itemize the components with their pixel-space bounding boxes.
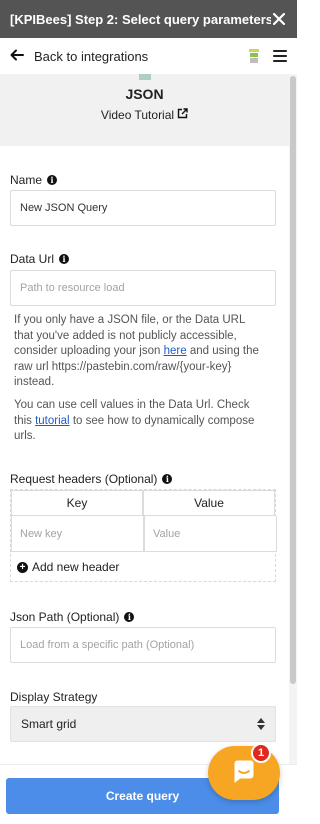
nav-bar: Back to integrations <box>0 38 297 74</box>
select-arrows-icon <box>257 718 265 730</box>
header-key-input[interactable] <box>11 516 144 552</box>
json-path-input[interactable] <box>10 627 276 663</box>
info-icon[interactable]: i <box>59 254 70 264</box>
request-headers-label: Request headers (Optional) <box>10 472 158 486</box>
name-label-row: Name i <box>10 173 58 187</box>
name-label: Name <box>10 173 43 187</box>
kpibees-icon[interactable] <box>247 48 261 64</box>
request-headers-label-row: Request headers (Optional) i <box>10 472 173 486</box>
json-logo-icon <box>138 74 151 80</box>
table-row <box>11 516 277 552</box>
arrow-left-icon <box>10 49 24 64</box>
chat-icon <box>230 758 258 789</box>
scrollbar[interactable] <box>289 74 297 764</box>
display-strategy-label-row: Display Strategy <box>10 690 97 704</box>
notification-badge: 1 <box>251 743 271 763</box>
back-label: Back to integrations <box>34 48 149 64</box>
data-url-label: Data Url <box>10 252 55 266</box>
add-new-header-button[interactable]: + Add new header <box>17 560 119 574</box>
add-new-header-label: Add new header <box>32 560 120 574</box>
display-strategy-value: Smart grid <box>21 717 77 731</box>
data-url-help-text: If you only have a JSON file, or the Dat… <box>14 314 259 388</box>
dialog-title: [KPIBees] Step 2: Select query parameter… <box>10 11 271 27</box>
dialog-titlebar: [KPIBees] Step 2: Select query parameter… <box>0 0 297 38</box>
json-path-label-row: Json Path (Optional) i <box>10 610 135 624</box>
video-tutorial-label: Video Tutorial <box>100 108 175 122</box>
info-icon[interactable]: i <box>47 175 58 185</box>
display-strategy-label: Display Strategy <box>10 690 98 704</box>
request-headers-table: Key Value + Add new header <box>10 489 277 582</box>
close-icon[interactable] <box>271 11 287 27</box>
table-header-row: Key Value <box>11 490 275 516</box>
info-icon[interactable]: i <box>162 474 173 484</box>
column-header-key: Key <box>11 490 143 516</box>
json-path-label: Json Path (Optional) <box>10 610 120 624</box>
video-tutorial-link[interactable]: Video Tutorial <box>101 108 188 122</box>
data-url-label-row: Data Url i <box>10 252 70 266</box>
hamburger-menu-icon[interactable] <box>273 50 287 62</box>
source-header: JSON Video Tutorial <box>0 74 289 146</box>
plus-circle-icon: + <box>17 561 28 573</box>
info-icon[interactable]: i <box>124 612 135 622</box>
external-link-icon <box>177 108 188 122</box>
name-input[interactable] <box>10 190 276 226</box>
source-title: JSON <box>125 86 164 102</box>
scrollbar-thumb[interactable] <box>290 76 296 684</box>
tutorial-link[interactable]: tutorial <box>35 415 70 427</box>
header-value-input[interactable] <box>144 516 277 552</box>
upload-json-link[interactable]: here <box>164 345 187 357</box>
display-strategy-select[interactable]: Smart grid <box>10 706 276 742</box>
column-header-value: Value <box>143 490 275 516</box>
data-url-input[interactable] <box>10 270 276 306</box>
data-url-cell-values-text: You can use cell values in the Data Url.… <box>14 399 255 442</box>
back-to-integrations-link[interactable]: Back to integrations <box>10 49 148 64</box>
